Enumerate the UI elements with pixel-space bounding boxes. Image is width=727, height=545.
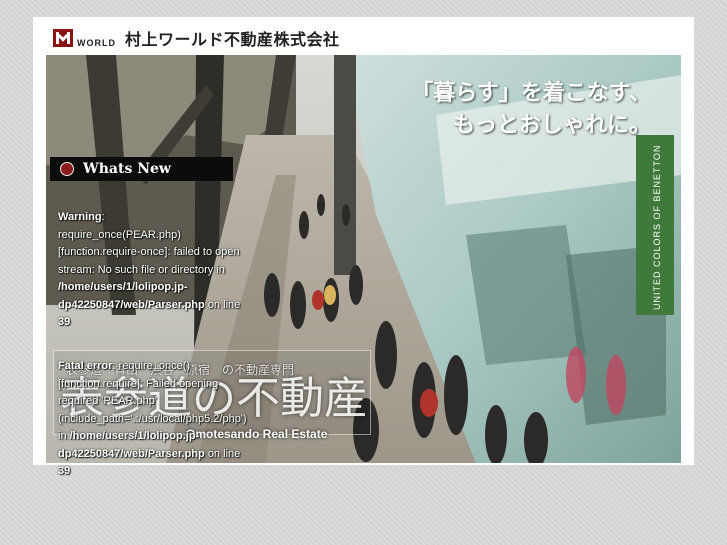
error-path: /home/users/1/lolipop.jp-dp42250847/web/… [58,281,205,311]
whats-new-label: Whats New [83,161,171,177]
logo-m-icon [53,29,73,47]
error-type: Fatal error [58,360,113,372]
whats-new-header[interactable]: Whats New [50,157,233,181]
error-type: Warning [58,211,102,223]
error-message: require_once(PEAR.php) [function.require… [58,228,240,276]
logo-world-text: WORLD [77,38,116,48]
error-line-label: line [223,447,241,460]
error-on: on [207,298,221,311]
error-line-number: 39 [58,465,71,477]
storefront-banner-text: UNITED COLORS OF BENETTON [652,145,662,310]
error-line-label: line [223,298,241,311]
tagline-line-2: もっとおしゃれに。 [452,112,651,138]
company-name: 村上ワールド不動産株式会社 [125,32,340,49]
error-line-number: 39 [58,316,71,328]
hero-tagline: 「暮らす」を着こなす、 もっとおしゃれに。 [411,77,651,141]
php-fatal-error: Fatal error: require_once() [function.re… [58,360,247,477]
php-warning: Warning: require_once(PEAR.php) [functio… [58,211,241,328]
error-on: on [207,447,221,460]
tagline-line-1: 「暮らす」を着こなす、 [411,80,651,106]
error-path: /home/users/1/lolipop.jp-dp42250847/web/… [58,430,205,460]
site-logo[interactable]: WORLD 村上ワールド不動産株式会社 [53,26,340,50]
bullet-circle-icon [60,162,74,176]
